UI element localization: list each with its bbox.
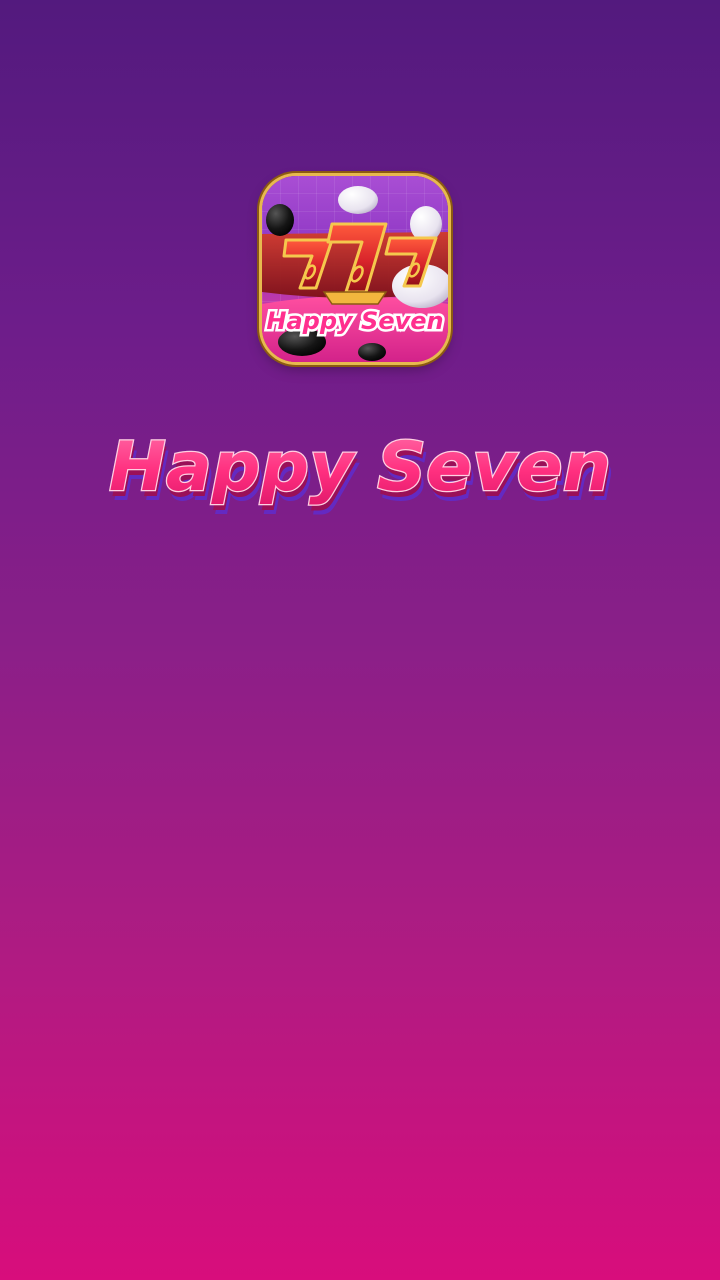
white-stone-icon bbox=[338, 186, 378, 214]
app-logo-icon: Happy Seven bbox=[262, 176, 448, 362]
splash-screen: Happy Seven Happy Seven Happy Seven Happ… bbox=[0, 0, 720, 1280]
app-logo-graphic: Happy Seven bbox=[262, 186, 448, 362]
app-title: Happy Seven bbox=[109, 428, 611, 507]
splash-title: Happy Seven Happy Seven Happy Seven bbox=[0, 418, 720, 528]
black-stone-icon bbox=[266, 204, 294, 236]
app-logo-label: Happy Seven bbox=[266, 307, 443, 335]
